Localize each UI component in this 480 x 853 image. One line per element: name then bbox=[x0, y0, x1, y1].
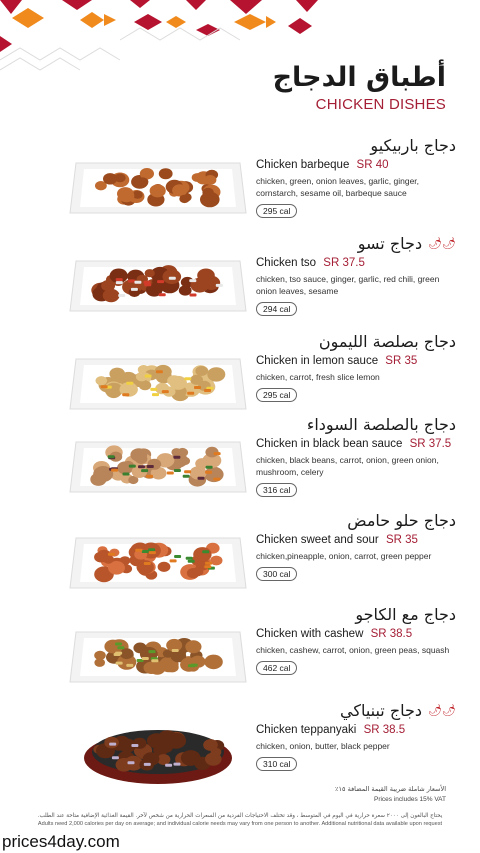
item-name-english-row: Chicken barbeque SR 40 bbox=[256, 158, 456, 173]
item-name-arabic: دجاج تبنياكي bbox=[339, 701, 423, 720]
item-name-arabic-row: دجاج مع الكاجو bbox=[256, 604, 456, 626]
menu-item-info: 🌶🌶 دجاج تبنياكي Chicken teppanyaki SR 38… bbox=[256, 700, 456, 772]
dish-photo bbox=[69, 441, 247, 493]
item-name-arabic: دجاج مع الكاجو bbox=[355, 605, 456, 624]
item-name-english-row: Chicken in black bean sauce SR 37.5 bbox=[256, 437, 456, 452]
item-ingredients: chicken, carrot, fresh slice lemon bbox=[256, 372, 380, 382]
item-name-arabic: دجاج بالصلصة السوداء bbox=[306, 415, 456, 434]
item-name-arabic-row: 🌶🌶 دجاج تسو bbox=[256, 233, 456, 255]
vat-note-english: Prices includes 15% VAT bbox=[373, 796, 446, 803]
page-title-english: CHICKEN DISHES bbox=[315, 96, 446, 113]
chili-icon: 🌶🌶 bbox=[428, 704, 456, 717]
item-ingredients: chicken, green, onion leaves, garlic, gi… bbox=[256, 176, 420, 198]
calorie-disclaimer-english: Adults need 2,000 calories per day on av… bbox=[37, 821, 443, 827]
item-price: SR 35 bbox=[385, 534, 418, 546]
dish-photo bbox=[69, 162, 247, 214]
item-name-english: Chicken tso bbox=[256, 257, 317, 269]
calorie-badge: 462 cal bbox=[256, 661, 298, 675]
item-name-arabic: دجاج حلو حامض bbox=[347, 511, 456, 530]
menu-item-info: دجاج حلو حامض Chicken sweet and sour SR … bbox=[256, 510, 456, 582]
item-name-english: Chicken in black bean sauce bbox=[256, 438, 403, 450]
item-price: SR 38.5 bbox=[370, 628, 413, 640]
calorie-disclaimer-arabic: يحتاج البالغون إلى ٢٠٠٠ سعرة حرارية في ا… bbox=[37, 813, 443, 819]
dish-photo-frame bbox=[68, 241, 248, 326]
dish-photo bbox=[69, 358, 247, 410]
item-name-english-row: Chicken with cashew SR 38.5 bbox=[256, 627, 456, 642]
menu-item: دجاج مع الكاجو Chicken with cashew SR 38… bbox=[0, 604, 480, 696]
menu-item: دجاج باربيكيو Chicken barbeque SR 40 chi… bbox=[0, 135, 480, 227]
menu-item: 🌶🌶 دجاج تسو Chicken tso SR 37.5 chicken,… bbox=[0, 233, 480, 325]
item-name-arabic: دجاج بصلصة الليمون bbox=[318, 332, 456, 351]
calorie-badge: 316 cal bbox=[256, 483, 298, 497]
item-ingredients: chicken, cashew, carrot, onion, green pe… bbox=[256, 645, 450, 655]
dish-photo-frame bbox=[68, 708, 248, 793]
item-name-english: Chicken teppanyaki bbox=[256, 724, 357, 736]
item-name-arabic-row: دجاج باربيكيو bbox=[256, 135, 456, 157]
calorie-badge: 294 cal bbox=[256, 302, 298, 316]
item-name-english-row: Chicken sweet and sour SR 35 bbox=[256, 533, 456, 548]
item-name-english-row: Chicken tso SR 37.5 bbox=[256, 256, 456, 271]
dish-photo-frame bbox=[68, 422, 248, 507]
item-price: SR 40 bbox=[356, 159, 389, 171]
dish-photo bbox=[69, 631, 247, 683]
menu-item: دجاج بصلصة الليمون Chicken in lemon sauc… bbox=[0, 331, 480, 423]
item-name-english: Chicken sweet and sour bbox=[256, 534, 379, 546]
item-ingredients: chicken, onion, butter, black pepper bbox=[256, 741, 390, 751]
dish-photo bbox=[84, 730, 232, 784]
calorie-badge: 295 cal bbox=[256, 388, 298, 402]
calorie-badge: 300 cal bbox=[256, 567, 298, 581]
item-name-english-row: Chicken in lemon sauce SR 35 bbox=[256, 354, 456, 369]
website-watermark: prices4day.com bbox=[2, 832, 120, 851]
dish-photo-frame bbox=[68, 518, 248, 603]
menu-item: دجاج بالصلصة السوداء Chicken in black be… bbox=[0, 414, 480, 506]
dish-photo-frame bbox=[68, 339, 248, 424]
item-name-english: Chicken barbeque bbox=[256, 159, 350, 171]
calorie-badge: 295 cal bbox=[256, 204, 298, 218]
dish-photo bbox=[69, 260, 247, 312]
item-name-arabic-row: دجاج حلو حامض bbox=[256, 510, 456, 532]
calorie-badge: 310 cal bbox=[256, 757, 298, 771]
menu-item-info: دجاج بالصلصة السوداء Chicken in black be… bbox=[256, 414, 456, 498]
vat-note-arabic: الأسعار شاملة ضريبة القيمة المضافة ١٥٪ bbox=[335, 785, 446, 793]
item-name-english: Chicken with cashew bbox=[256, 628, 364, 640]
menu-header: أطباق الدجاج CHICKEN DISHES bbox=[273, 62, 446, 113]
item-name-english: Chicken in lemon sauce bbox=[256, 355, 379, 367]
menu-item: 🌶🌶 دجاج تبنياكي Chicken teppanyaki SR 38… bbox=[0, 700, 480, 792]
item-ingredients: chicken, black beans, carrot, onion, gre… bbox=[256, 455, 439, 477]
item-ingredients: chicken,pineapple, onion, carrot, green … bbox=[256, 551, 432, 561]
calorie-disclaimer: يحتاج البالغون إلى ٢٠٠٠ سعرة حرارية في ا… bbox=[34, 812, 446, 828]
item-name-english-row: Chicken teppanyaki SR 38.5 bbox=[256, 723, 456, 738]
menu-item-info: دجاج بصلصة الليمون Chicken in lemon sauc… bbox=[256, 331, 456, 403]
item-price: SR 37.5 bbox=[323, 257, 365, 269]
dish-photo bbox=[69, 537, 247, 589]
menu-item: دجاج حلو حامض Chicken sweet and sour SR … bbox=[0, 510, 480, 602]
item-name-arabic-row: 🌶🌶 دجاج تبنياكي bbox=[256, 700, 456, 722]
item-name-arabic: دجاج باربيكيو bbox=[370, 136, 456, 155]
dish-photo-frame bbox=[68, 143, 248, 228]
page-title-arabic: أطباق الدجاج bbox=[272, 62, 446, 93]
item-price: SR 38.5 bbox=[363, 724, 406, 736]
dish-photo-frame bbox=[68, 612, 248, 697]
chili-icon: 🌶🌶 bbox=[428, 237, 456, 250]
item-name-arabic-row: دجاج بصلصة الليمون bbox=[256, 331, 456, 353]
item-name-arabic-row: دجاج بالصلصة السوداء bbox=[256, 414, 456, 436]
item-name-arabic: دجاج تسو bbox=[357, 234, 423, 253]
menu-item-info: دجاج مع الكاجو Chicken with cashew SR 38… bbox=[256, 604, 456, 676]
item-price: SR 35 bbox=[385, 355, 418, 367]
menu-item-info: دجاج باربيكيو Chicken barbeque SR 40 chi… bbox=[256, 135, 456, 219]
item-price: SR 37.5 bbox=[409, 438, 452, 450]
item-ingredients: chicken, tso sauce, ginger, garlic, red … bbox=[256, 274, 440, 296]
menu-item-info: 🌶🌶 دجاج تسو Chicken tso SR 37.5 chicken,… bbox=[256, 233, 456, 317]
